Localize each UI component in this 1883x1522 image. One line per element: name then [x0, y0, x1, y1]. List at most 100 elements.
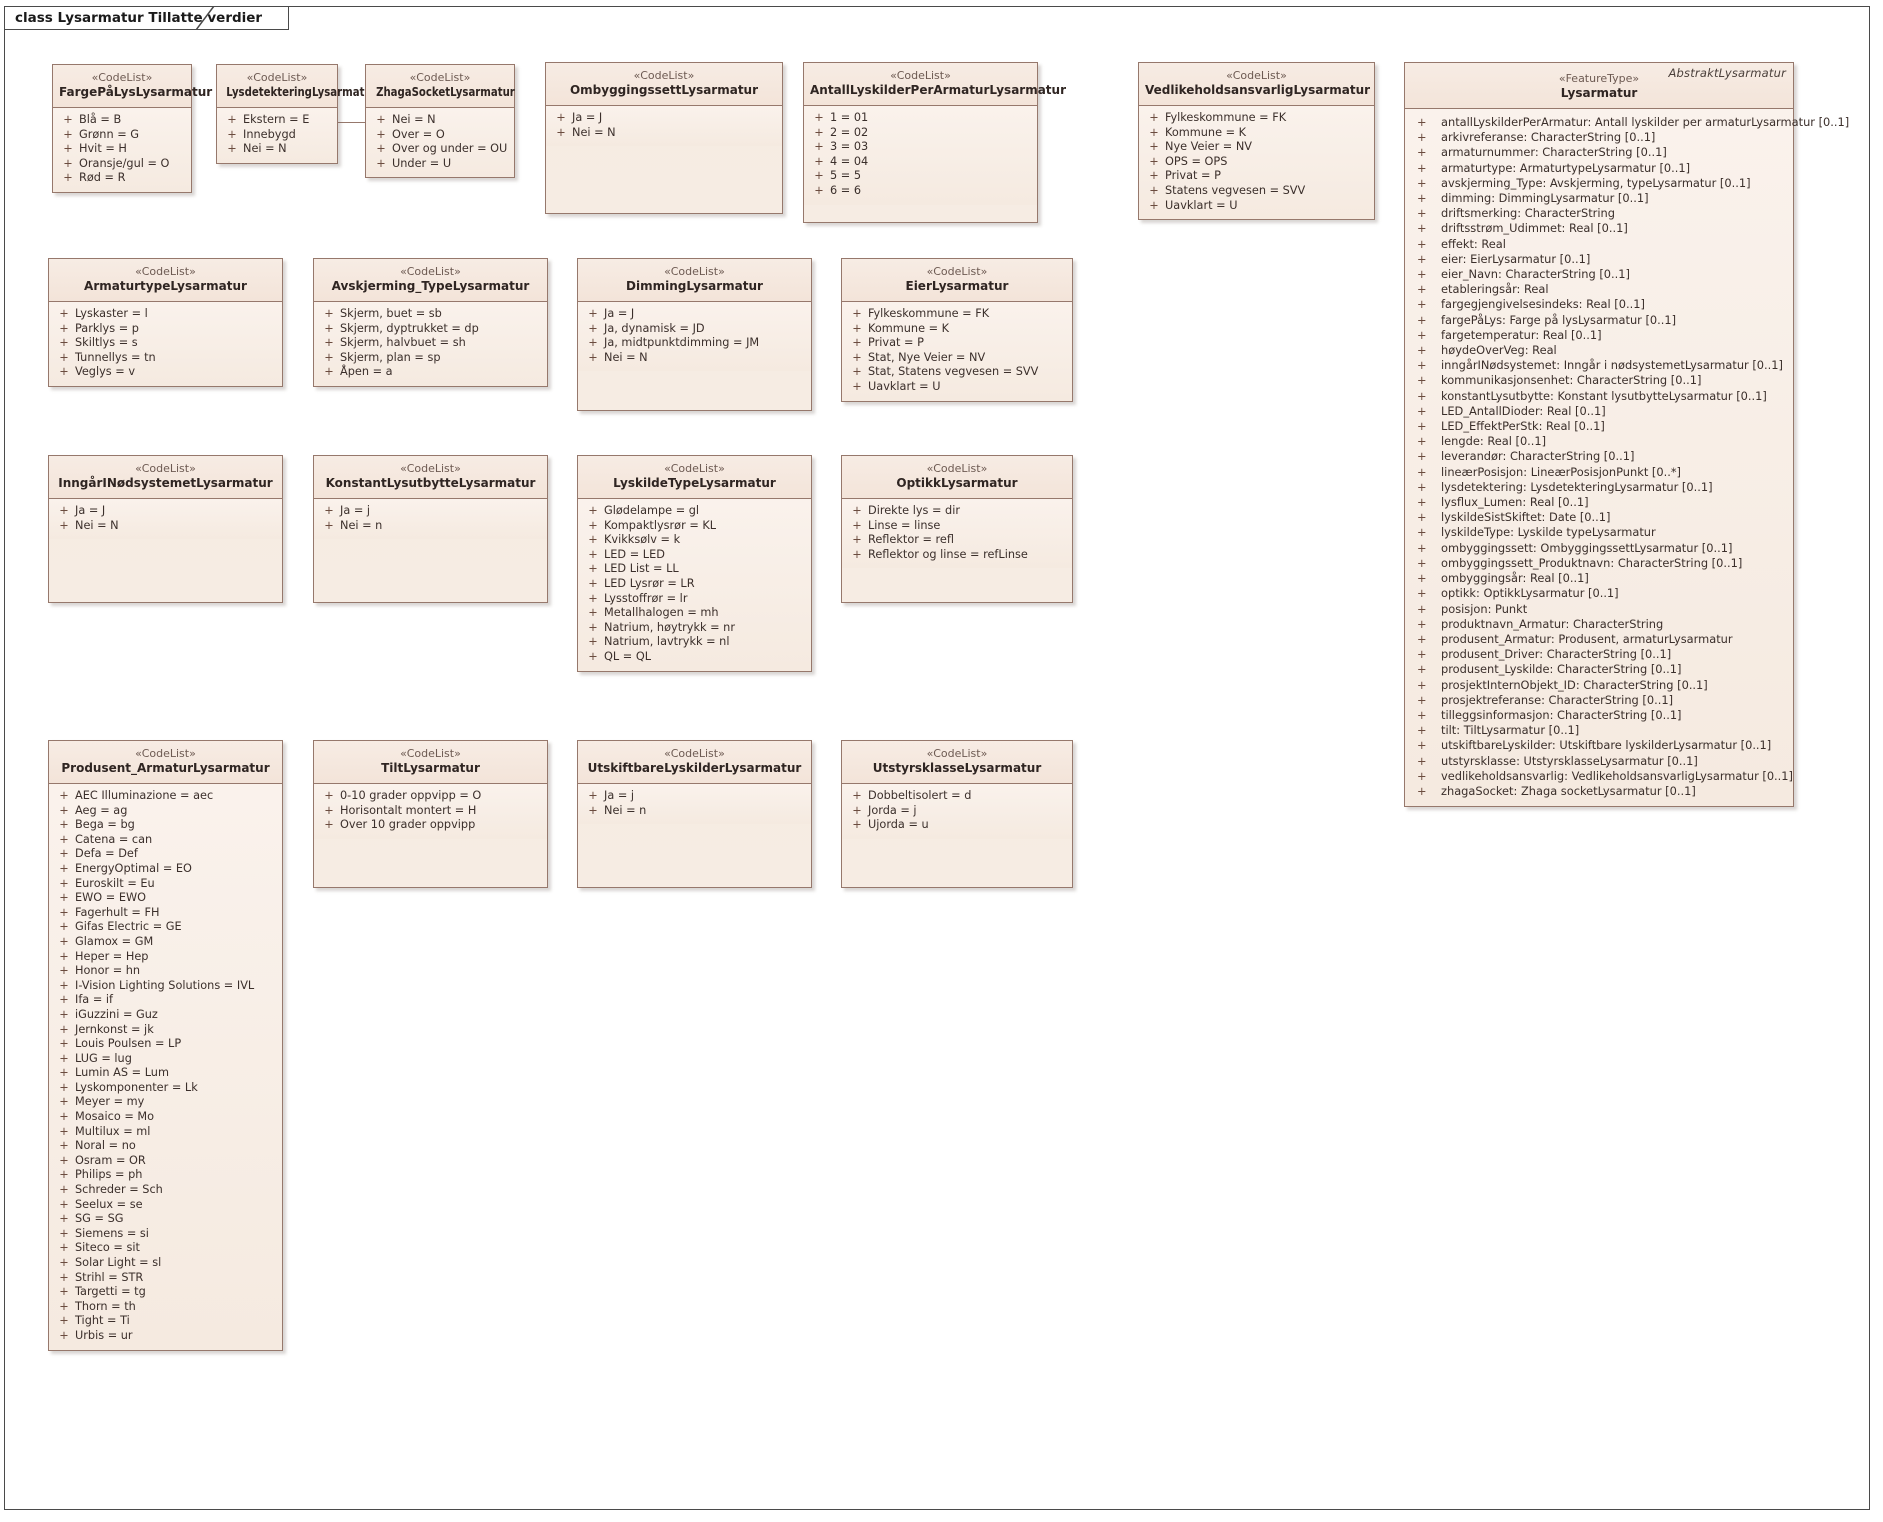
class-attributes: + Nei = N + Over = O + Over og under = OU +… — [366, 108, 514, 178]
attribute-row: + Stat, Nye Veier = NV — [846, 351, 1068, 366]
attribute-text: AEC Illuminazione = aec — [75, 789, 214, 802]
visibility-marker: + — [324, 803, 334, 817]
attribute-row: + Reflektor og linse = refLinse — [846, 548, 1068, 563]
class-box-produsent-armatur[interactable]: «CodeList» Produsent_ArmaturLysarmatur +… — [48, 740, 283, 1351]
visibility-marker: + — [1417, 479, 1427, 494]
visibility-marker: + — [59, 847, 69, 861]
visibility-marker: + — [227, 142, 237, 156]
attribute-row: + ombyggingsår: Real [0..1] — [1411, 571, 1789, 586]
class-box-ombyggingssett[interactable]: «CodeList» OmbyggingssettLysarmatur + Ja … — [545, 62, 783, 214]
visibility-marker: + — [1417, 601, 1427, 616]
class-box-utstyrsklasse[interactable]: «CodeList» UtstyrsklasseLysarmatur + Dobb… — [841, 740, 1073, 888]
attribute-text: Jorda = j — [868, 803, 917, 817]
class-box-fargepaalys[interactable]: «CodeList» FargePåLysLysarmatur + Blå = B… — [52, 64, 212, 193]
visibility-marker: + — [556, 125, 566, 139]
attribute-row: + Siemens = si — [53, 1227, 278, 1242]
class-box-lysarmatur[interactable]: AbstraktLysarmatur «FeatureType» Lysarma… — [1404, 62, 1849, 808]
visibility-marker: + — [1417, 191, 1427, 206]
attribute-row: + Ja = J — [550, 111, 778, 126]
visibility-marker: + — [1417, 343, 1427, 358]
visibility-marker: + — [63, 171, 73, 185]
attribute-text: LED = LED — [604, 547, 665, 561]
class-box-lysdetektering[interactable]: «CodeList» LysdetekteringLysarmatur + Eks… — [216, 64, 377, 164]
attribute-row: + Gifas Electric = GE — [53, 920, 278, 935]
attribute-text: Nye Veier = NV — [1165, 140, 1253, 154]
attribute-text: lysdetektering: LysdetekteringLysarmatur… — [1441, 479, 1713, 494]
attribute-row: + Fylkeskommune = FK — [1143, 111, 1370, 126]
attribute-text: Philips = ph — [75, 1168, 143, 1182]
attribute-text: OPS = OPS — [1165, 154, 1228, 168]
visibility-marker: + — [227, 113, 237, 126]
visibility-marker: + — [324, 350, 334, 364]
visibility-marker: + — [324, 518, 334, 532]
attribute-text: inngårINødsystemet: Inngår i nødsystemet… — [1441, 358, 1783, 373]
attribute-text: 3 = 03 — [830, 140, 869, 154]
attribute-text: utstyrsklasse: UtstyrsklasseLysarmatur [… — [1441, 753, 1698, 768]
attribute-text: Under = U — [392, 156, 452, 170]
attribute-row: + Natrium, høytrykk = nr — [582, 621, 807, 636]
class-box-dimming[interactable]: «CodeList» DimmingLysarmatur + Ja = J + Ja… — [577, 258, 812, 411]
attribute-text: Ja = j — [604, 789, 635, 802]
class-box-konstant-lysutbytte[interactable]: «CodeList» KonstantLysutbytteLysarmatur … — [313, 455, 548, 603]
attribute-text: 2 = 02 — [830, 125, 869, 139]
attribute-text: Skiltlys = s — [75, 336, 138, 350]
attribute-text: Reflektor og linse = refLinse — [868, 547, 1028, 561]
attribute-text: Parklys = p — [75, 321, 139, 335]
attribute-text: produsent_Armatur: Produsent, armaturLys… — [1441, 631, 1733, 646]
class-name: Avskjerming_TypeLysarmatur — [331, 279, 530, 293]
attribute-text: leverandør: CharacterString [0..1] — [1441, 449, 1635, 464]
class-attributes: + Ekstern = E + Innebygd + Nei = N — [217, 108, 337, 163]
class-box-vedlikeholdsansvarlig[interactable]: «CodeList» VedlikeholdsansvarligLysarmat… — [1138, 62, 1375, 221]
attribute-text: Nei = N — [243, 142, 287, 156]
attribute-row: + Nei = N — [550, 126, 778, 141]
visibility-marker: + — [1417, 206, 1427, 221]
class-stereotype: «CodeList» — [400, 747, 461, 760]
visibility-marker: + — [1417, 327, 1427, 342]
attribute-row: + EWO = EWO — [53, 891, 278, 906]
visibility-marker: + — [59, 861, 69, 875]
class-box-zhagasocket[interactable]: «CodeList» ZhagaSocketLysarmatur + Nei = … — [365, 64, 515, 179]
attribute-text: Osram = OR — [75, 1153, 146, 1167]
class-box-armaturtype[interactable]: «CodeList» ArmaturtypeLysarmatur + Lyskas… — [48, 258, 283, 387]
attribute-row: + ombyggingssett_Produktnavn: CharacterSt… — [1411, 556, 1789, 571]
attribute-text: Fagerhult = FH — [75, 905, 160, 919]
attribute-row: + LUG = lug — [53, 1052, 278, 1067]
attribute-text: Lyskomponenter = Lk — [75, 1080, 198, 1094]
attribute-row: + fargePåLys: Farge på lysLysarmatur [0..… — [1411, 313, 1789, 328]
visibility-marker: + — [59, 1095, 69, 1109]
attribute-row: + Privat = P — [846, 336, 1068, 351]
visibility-marker: + — [1417, 677, 1427, 692]
attribute-row: + Mosaico = Mo — [53, 1110, 278, 1125]
class-box-antall-lyskilder[interactable]: «CodeList» AntallLyskilderPerArmaturLysa… — [803, 62, 1067, 223]
class-box-avskjerming-type[interactable]: «CodeList» Avskjerming_TypeLysarmatur + S… — [313, 258, 548, 387]
class-attributes: + Dobbeltisolert = d + Jorda = j + Ujorda =… — [842, 784, 1072, 839]
class-name: Produsent_ArmaturLysarmatur — [61, 761, 270, 775]
visibility-marker: + — [1417, 312, 1427, 327]
attribute-text: Reflektor = refl — [868, 533, 954, 547]
class-box-eier[interactable]: «CodeList» EierLysarmatur + Fylkeskommune… — [841, 258, 1073, 402]
attribute-text: Schreder = Sch — [75, 1183, 163, 1197]
class-stereotype: «CodeList» — [926, 462, 988, 475]
attribute-text: ombyggingsår: Real [0..1] — [1441, 571, 1589, 586]
attribute-row: + armaturtype: ArmaturtypeLysarmatur [0..… — [1411, 161, 1789, 176]
attribute-row: + Targetti = tg — [53, 1285, 278, 1300]
class-attributes: + Ja = j + Nei = n — [314, 499, 547, 540]
visibility-marker: + — [588, 307, 598, 320]
class-box-tilt[interactable]: «CodeList» TiltLysarmatur +0-10 grader o… — [313, 740, 548, 888]
attribute-row: + Noral = no — [53, 1139, 278, 1154]
visibility-marker: + — [59, 1037, 69, 1051]
attribute-row: + armaturnummer: CharacterString [0..1] — [1411, 145, 1789, 160]
class-stereotype: «CodeList» — [409, 71, 471, 84]
attribute-text: Mosaico = Mo — [75, 1110, 155, 1124]
visibility-marker: + — [324, 818, 334, 832]
class-box-optikk[interactable]: «CodeList» OptikkLysarmatur + Direkte lys… — [841, 455, 1073, 603]
attribute-text: Ja = J — [75, 504, 106, 517]
attribute-text: utskiftbareLyskilder: Utskiftbare lyskil… — [1441, 738, 1772, 753]
visibility-marker: + — [1417, 525, 1427, 540]
class-box-utskiftbare-lyskilder[interactable]: «CodeList» UtskiftbareLyskilderLysarmatu… — [577, 740, 812, 888]
attribute-text: Stat, Nye Veier = NV — [868, 350, 986, 364]
visibility-marker: + — [59, 518, 69, 532]
class-box-inngaar-i-nodsystemet[interactable]: «CodeList» InngårINødsystemetLysarmatur … — [48, 455, 283, 603]
class-name: AntallLyskilderPerArmaturLysarmatur — [810, 83, 1067, 97]
class-box-lyskildetype[interactable]: «CodeList» LyskildeTypeLysarmatur + Gløde… — [577, 455, 812, 672]
